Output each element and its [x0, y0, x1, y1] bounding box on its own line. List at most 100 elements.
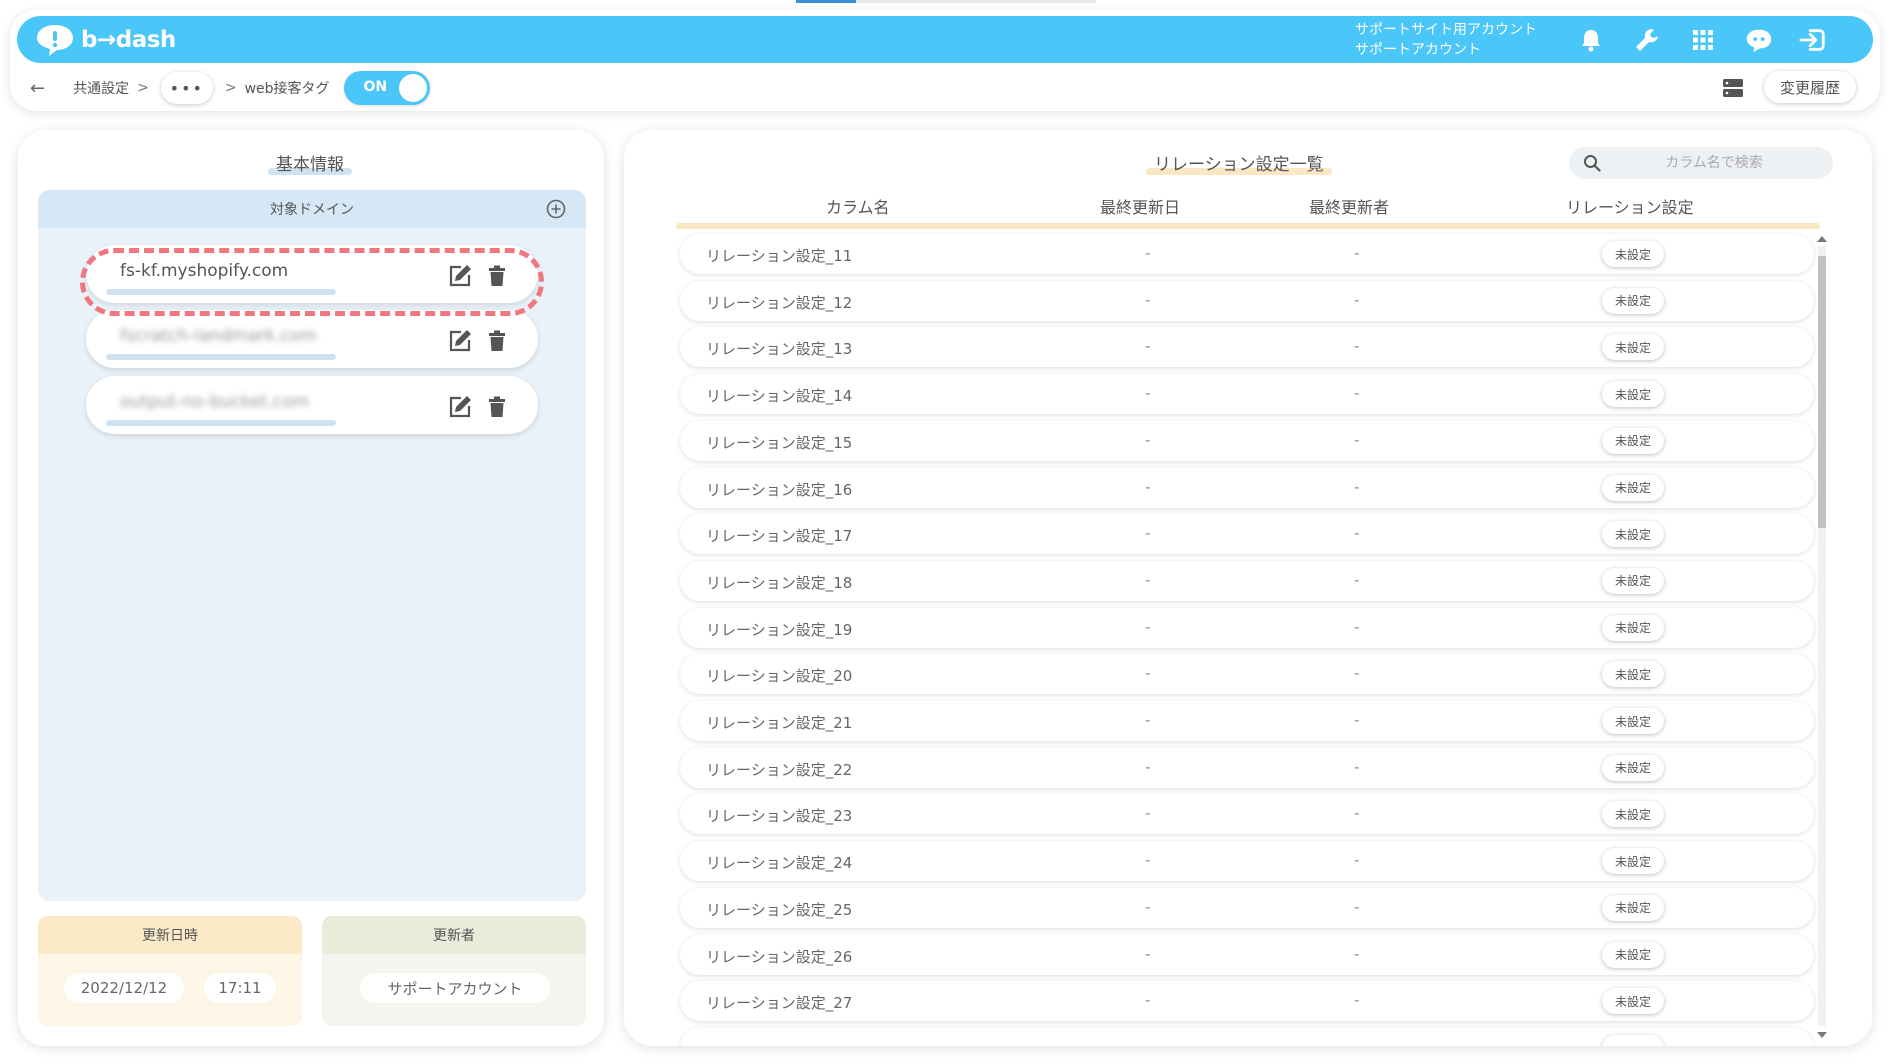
edit-icon[interactable]: [447, 328, 473, 354]
relation-status-button[interactable]: 未設定: [1602, 474, 1664, 501]
relation-status-button[interactable]: 未設定: [1602, 988, 1664, 1015]
table-row[interactable]: リレーション設定_20 - - 未設定: [680, 654, 1814, 695]
relation-status-button[interactable]: 未設定: [1602, 521, 1664, 548]
row-updated-date: -: [1145, 944, 1151, 963]
table-row[interactable]: リレーション設定_16 - - 未設定: [680, 467, 1814, 508]
column-header-updated-by[interactable]: 最終更新者: [1309, 194, 1389, 218]
trash-icon[interactable]: [488, 396, 506, 418]
domain-item[interactable]: fs-kf.myshopify.com: [86, 245, 538, 303]
column-header-name[interactable]: カラム名: [826, 194, 890, 218]
table-row[interactable]: リレーション設定_13 - - 未設定: [680, 327, 1814, 368]
table-row-partial[interactable]: [680, 1028, 1814, 1046]
trash-icon[interactable]: [488, 265, 506, 287]
domain-underline: [106, 420, 336, 426]
scroll-up-arrow-icon[interactable]: [1817, 236, 1827, 242]
target-domain-header: 対象ドメイン: [38, 190, 586, 228]
table-row[interactable]: リレーション設定_21 - - 未設定: [680, 701, 1814, 741]
scroll-thumb[interactable]: [1818, 256, 1826, 528]
relation-status-button[interactable]: 未設定: [1602, 614, 1664, 641]
row-updated-by: -: [1354, 664, 1360, 683]
row-updated-by: -: [1354, 804, 1360, 823]
status-toggle[interactable]: ON: [343, 71, 430, 105]
domain-item[interactable]: output-no-bucket.com: [86, 376, 538, 434]
search-icon: [1583, 154, 1601, 172]
relation-status-button[interactable]: 未設定: [1602, 381, 1664, 408]
row-updated-date: -: [1145, 804, 1151, 823]
relation-status-button[interactable]: 未設定: [1602, 567, 1664, 594]
table-scrollbar[interactable]: [1814, 234, 1828, 1040]
row-updated-by: -: [1354, 430, 1360, 449]
add-circle-icon[interactable]: [546, 199, 566, 219]
table-row[interactable]: リレーション設定_18 - - 未設定: [680, 560, 1814, 601]
row-updated-by: -: [1354, 617, 1360, 636]
table-row[interactable]: リレーション設定_15 - - 未設定: [680, 420, 1814, 461]
table-row[interactable]: リレーション設定_27 - - 未設定: [680, 981, 1814, 1022]
row-name: リレーション設定_23: [706, 807, 853, 826]
table-row[interactable]: リレーション設定_24 - - 未設定: [680, 841, 1814, 882]
change-history-button[interactable]: 変更履歴: [1764, 71, 1856, 103]
table-row[interactable]: リレーション設定_23 - - 未設定: [680, 794, 1814, 835]
table-row[interactable]: リレーション設定_11 - - 未設定: [680, 234, 1814, 274]
chat-bot-icon[interactable]: [1745, 26, 1773, 54]
toggle-knob: [398, 74, 427, 102]
table-row[interactable]: リレーション設定_12 - - 未設定: [680, 280, 1814, 321]
relation-status-button[interactable]: 未設定: [1602, 801, 1664, 828]
bell-icon[interactable]: [1577, 26, 1605, 54]
column-header-updated-date[interactable]: 最終更新日: [1100, 194, 1180, 218]
storage-icon[interactable]: [1722, 77, 1744, 99]
row-updated-date: -: [1145, 430, 1151, 449]
relation-status-button[interactable]: 未設定: [1602, 334, 1664, 361]
row-name: リレーション設定_11: [706, 247, 853, 265]
column-search-box[interactable]: [1569, 147, 1833, 179]
table-row[interactable]: リレーション設定_17 - - 未設定: [680, 514, 1814, 555]
scroll-down-arrow-icon[interactable]: [1817, 1032, 1827, 1038]
target-domain-label: 対象ドメイン: [270, 202, 354, 218]
relation-status-button[interactable]: 未設定: [1602, 894, 1664, 921]
edit-icon[interactable]: [447, 394, 473, 420]
logout-icon[interactable]: [1799, 26, 1827, 54]
app-bar: b→dash サポートサイト用アカウント サポートアカウント: [17, 16, 1873, 63]
column-header-relation-setting[interactable]: リレーション設定: [1566, 194, 1694, 218]
row-updated-date: -: [1145, 290, 1151, 309]
wrench-icon[interactable]: [1633, 26, 1661, 54]
relation-status-button[interactable]: 未設定: [1602, 427, 1664, 454]
table-row[interactable]: リレーション設定_25 - - 未設定: [680, 887, 1814, 928]
trash-icon[interactable]: [488, 330, 506, 352]
breadcrumb-current: web接客タグ: [244, 81, 330, 97]
logo[interactable]: b→dash: [35, 23, 176, 57]
table-row[interactable]: リレーション設定_22 - - 未設定: [680, 747, 1814, 788]
page-progress-indicator: [796, 0, 856, 3]
table-row[interactable]: リレーション設定_19 - - 未設定: [680, 607, 1814, 648]
column-search-input[interactable]: [1609, 147, 1819, 179]
row-updated-by: -: [1354, 570, 1360, 589]
relation-status-button[interactable]: [1602, 1035, 1664, 1046]
row-updated-by: -: [1354, 757, 1360, 776]
relation-status-button[interactable]: 未設定: [1602, 287, 1664, 314]
domain-item[interactable]: fscratch-landmark.com: [86, 310, 538, 368]
row-updated-by: -: [1354, 711, 1360, 729]
breadcrumb-item-common-settings[interactable]: 共通設定: [73, 78, 129, 98]
relation-status-button[interactable]: 未設定: [1602, 754, 1664, 781]
table-row[interactable]: リレーション設定_26 - - 未設定: [680, 934, 1814, 975]
relation-status-button[interactable]: 未設定: [1602, 241, 1664, 267]
row-updated-date: -: [1145, 851, 1151, 870]
table-row[interactable]: リレーション設定_14 - - 未設定: [680, 374, 1814, 415]
account-info: サポートサイト用アカウント サポートアカウント: [1355, 20, 1537, 60]
row-name: リレーション設定_12: [706, 293, 853, 312]
edit-icon[interactable]: [447, 263, 473, 289]
domain-text: output-no-bucket.com: [120, 392, 309, 412]
domain-text: fscratch-landmark.com: [120, 326, 317, 346]
account-site-name: サポートサイト用アカウント: [1355, 22, 1537, 38]
back-arrow-icon[interactable]: ←: [30, 78, 45, 99]
row-name: リレーション設定_25: [706, 900, 853, 919]
relation-status-button[interactable]: 未設定: [1602, 708, 1664, 734]
grid-icon[interactable]: [1689, 26, 1717, 54]
relation-status-button[interactable]: 未設定: [1602, 661, 1664, 688]
header-underline: [676, 223, 1820, 229]
relation-settings-panel: リレーション設定一覧 カラム名 最終更新日 最終更新者 リレーション設定 リレー…: [624, 130, 1872, 1046]
row-updated-date: -: [1145, 477, 1151, 496]
breadcrumb-ellipsis-button[interactable]: •••: [160, 72, 213, 104]
basic-info-title: 基本情報: [268, 150, 352, 175]
relation-status-button[interactable]: 未設定: [1602, 941, 1664, 968]
relation-status-button[interactable]: 未設定: [1602, 848, 1664, 875]
